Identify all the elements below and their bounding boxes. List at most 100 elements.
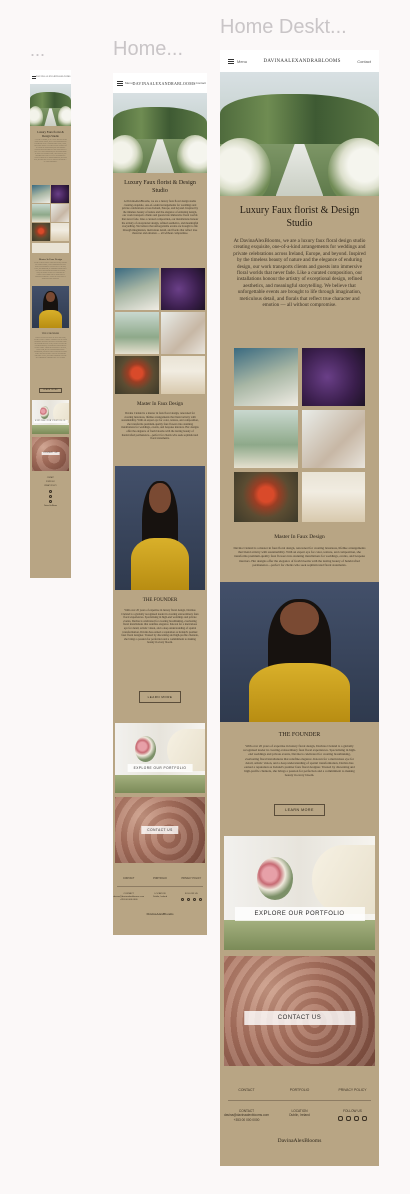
social-links bbox=[30, 490, 71, 503]
master-title: Master In Faux Design bbox=[39, 258, 62, 261]
learn-more-button[interactable]: LEARN MORE bbox=[274, 804, 325, 816]
contact-link[interactable]: Contact bbox=[196, 81, 206, 85]
contact-label[interactable]: CONTACT US bbox=[41, 452, 60, 456]
contact-banner[interactable]: CONTACT US bbox=[115, 797, 205, 863]
divider-band bbox=[32, 243, 69, 253]
footer-handle: DavinaAlexBlooms bbox=[44, 506, 57, 507]
portfolio-label[interactable]: EXPLORE OUR PORTFOLIO bbox=[234, 906, 365, 921]
footer-nav: CONTACT PORTFOLIO PRIVACY POLICY bbox=[220, 1072, 379, 1098]
gallery-image bbox=[234, 472, 298, 522]
footer-nav-portfolio[interactable]: PORTFOLIO bbox=[273, 1088, 326, 1092]
footer-nav-privacy[interactable]: PRIVACY POLICY bbox=[30, 486, 71, 487]
founder-title: THE FOUNDER bbox=[41, 332, 60, 335]
portfolio-banner[interactable]: EXPLORE OUR PORTFOLIO bbox=[32, 400, 69, 434]
instagram-icon[interactable] bbox=[180, 898, 184, 901]
master-title: Master In Faux Design bbox=[274, 534, 325, 540]
tiktok-icon[interactable] bbox=[362, 1116, 367, 1122]
gallery-image bbox=[51, 223, 69, 241]
gallery-image bbox=[32, 204, 50, 222]
founder-portrait bbox=[32, 286, 69, 328]
hero-image bbox=[220, 72, 379, 196]
portfolio-label[interactable]: EXPLORE OUR PORTFOLIO bbox=[33, 419, 68, 423]
learn-more-button[interactable]: LEARN MORE bbox=[138, 691, 182, 703]
facebook-icon[interactable] bbox=[186, 898, 190, 901]
intro-text: At DavinaAlexBlooms, we are a luxury fau… bbox=[233, 238, 366, 309]
master-title: Master In Faux Design bbox=[137, 402, 183, 407]
footer-nav-contact[interactable]: CONTACT bbox=[30, 478, 71, 479]
master-text: Davina Cleland is a master in faux flora… bbox=[233, 546, 366, 567]
intro-title: Luxury Faux florist & Design Studio bbox=[124, 180, 196, 194]
founder-text: With over 20 years of expertise in luxur… bbox=[121, 609, 199, 645]
learn-more-button[interactable]: LEARN MORE bbox=[39, 388, 62, 393]
footer-nav-privacy[interactable]: PRIVACY POLICY bbox=[326, 1088, 379, 1092]
desktop-frame: Menu DAVINAALEXANDRABLOOMS Contact Luxur… bbox=[220, 50, 379, 1166]
footer-handle: DavinaAlexBlooms bbox=[277, 1138, 322, 1145]
social-links bbox=[326, 1116, 379, 1122]
mobile-topbar: DAVINAALEXANDRABLOOMS bbox=[30, 70, 71, 84]
footer-follow-title: FOLLOW US bbox=[184, 893, 198, 895]
footer-location: Dublin, Ireland bbox=[152, 896, 168, 898]
intro-title: Luxury Faux florist & Design Studio bbox=[239, 205, 360, 229]
footer-nav-contact[interactable]: CONTACT bbox=[220, 1088, 273, 1092]
gallery-image bbox=[301, 472, 365, 522]
frame-label-tablet: Home... bbox=[113, 38, 184, 60]
gallery-image bbox=[301, 348, 365, 406]
footer-nav-privacy[interactable]: PRIVACY POLICY bbox=[176, 877, 207, 880]
master-text: Davina Cleland is a master in faux flora… bbox=[121, 412, 199, 441]
tablet-frame: Menu DAVINAALEXANDRABLOOMS Contact Luxur… bbox=[113, 73, 207, 935]
gallery-image bbox=[115, 356, 159, 394]
desktop-topbar: Menu DAVINAALEXANDRABLOOMS Contact bbox=[220, 50, 379, 72]
brand[interactable]: DAVINAALEXANDRABLOOMS bbox=[36, 76, 71, 78]
intro-title: Luxury Faux florist & Design Studio bbox=[37, 130, 64, 138]
instagram-icon[interactable] bbox=[338, 1116, 343, 1122]
footer-phone[interactable]: +353 00 000 0000 bbox=[220, 1118, 273, 1122]
hero-image bbox=[113, 93, 207, 173]
menu-icon[interactable] bbox=[228, 58, 234, 64]
footer-nav-portfolio[interactable]: PORTFOLIO bbox=[144, 877, 175, 880]
founder-portrait bbox=[220, 582, 379, 722]
footer-handle: DavinaAlexBlooms bbox=[146, 912, 174, 916]
gallery-image bbox=[234, 410, 298, 468]
footer-phone[interactable]: +353 00 000 0000 bbox=[113, 899, 144, 902]
founder-title: THE FOUNDER bbox=[142, 598, 178, 603]
pinterest-icon[interactable] bbox=[49, 500, 52, 503]
footer-location: Dublin, Ireland bbox=[289, 1113, 310, 1118]
footer-nav-portfolio[interactable]: PORTFOLIO bbox=[30, 482, 71, 483]
menu-label[interactable]: Menu bbox=[237, 59, 247, 64]
footer: CONTACT PORTFOLIO PRIVACY POLICY DavinaA… bbox=[30, 474, 71, 511]
menu-label[interactable]: Menu bbox=[125, 81, 133, 85]
contact-label[interactable]: CONTACT US bbox=[243, 1011, 356, 1025]
pinterest-icon[interactable] bbox=[354, 1116, 359, 1122]
gallery-image bbox=[161, 356, 205, 394]
portfolio-banner[interactable]: EXPLORE OUR PORTFOLIO bbox=[115, 723, 205, 793]
gallery-image bbox=[51, 204, 69, 222]
menu-icon[interactable] bbox=[117, 80, 123, 86]
footer-nav-contact[interactable]: CONTACT bbox=[113, 877, 144, 880]
tablet-topbar: Menu DAVINAALEXANDRABLOOMS Contact bbox=[113, 73, 207, 93]
founder-title: THE FOUNDER bbox=[278, 732, 321, 738]
instagram-icon[interactable] bbox=[49, 490, 52, 493]
tiktok-icon[interactable] bbox=[198, 898, 202, 901]
footer-details: CONTACT davina@davinaalexblooms.com +353… bbox=[113, 889, 207, 906]
social-links bbox=[176, 898, 207, 901]
contact-banner[interactable]: CONTACT US bbox=[224, 956, 375, 1066]
pinterest-icon[interactable] bbox=[192, 898, 196, 901]
founder-text: With over 20 years of expertise in luxur… bbox=[34, 338, 67, 359]
portfolio-label[interactable]: EXPLORE OUR PORTFOLIO bbox=[127, 763, 193, 772]
contact-banner[interactable]: CONTACT US bbox=[32, 437, 69, 471]
brand[interactable]: DAVINAALEXANDRABLOOMS bbox=[133, 81, 196, 86]
gallery-image bbox=[32, 223, 50, 241]
facebook-icon[interactable] bbox=[346, 1116, 351, 1122]
gallery-image bbox=[234, 348, 298, 406]
contact-link[interactable]: Contact bbox=[357, 59, 371, 64]
brand[interactable]: DAVINAALEXANDRABLOOMS bbox=[263, 59, 340, 64]
gallery-image bbox=[301, 410, 365, 468]
gallery-image bbox=[32, 185, 50, 203]
gallery-image bbox=[161, 312, 205, 354]
footer-follow-title: FOLLOW US bbox=[343, 1109, 362, 1113]
facebook-icon[interactable] bbox=[49, 495, 52, 498]
gallery-image bbox=[161, 268, 205, 310]
contact-label[interactable]: CONTACT US bbox=[141, 826, 179, 835]
portfolio-banner[interactable]: EXPLORE OUR PORTFOLIO bbox=[224, 836, 375, 950]
mobile-frame: DAVINAALEXANDRABLOOMS Luxury Faux floris… bbox=[30, 70, 71, 578]
